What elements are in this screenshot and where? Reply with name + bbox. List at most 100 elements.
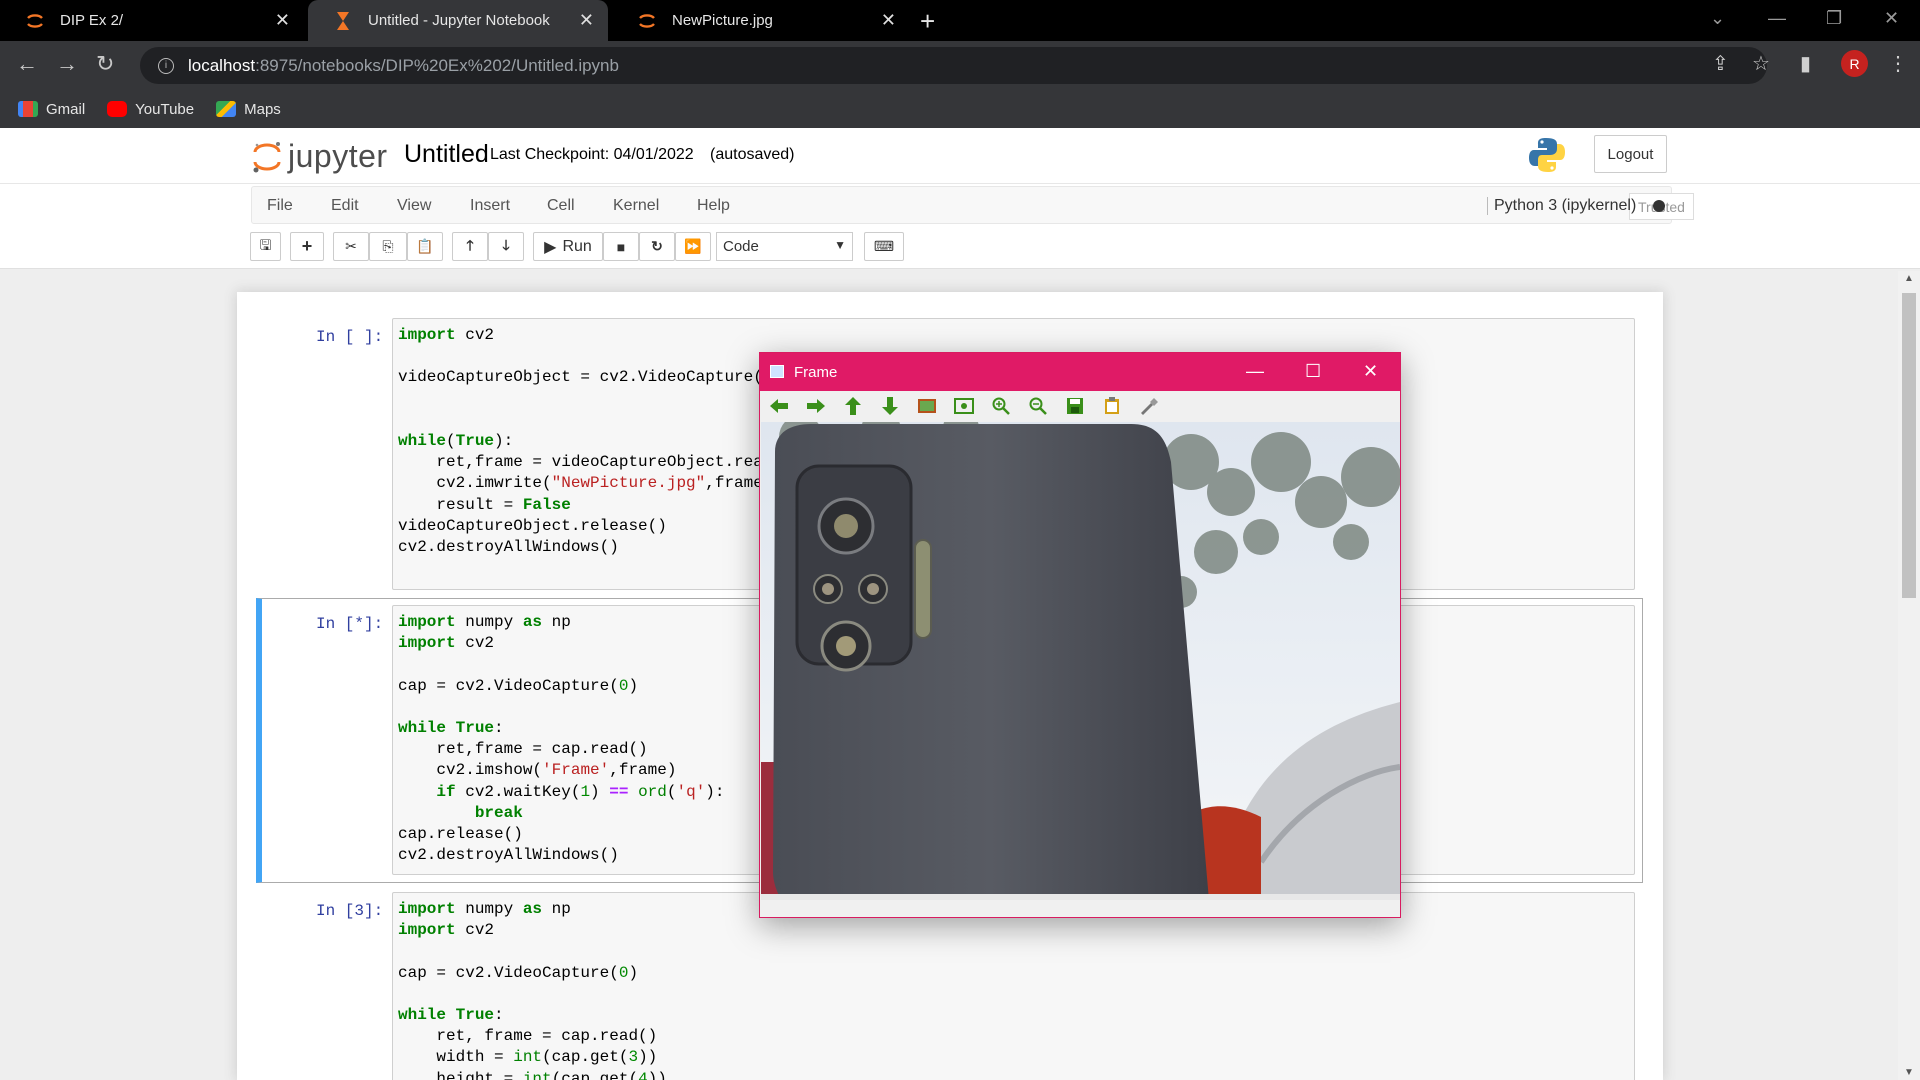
tab-search-icon[interactable]: ⌄ bbox=[1710, 8, 1725, 29]
browser-tab[interactable]: NewPicture.jpg ✕ bbox=[612, 0, 910, 41]
menu-view[interactable]: View bbox=[397, 197, 431, 215]
menu-cell[interactable]: Cell bbox=[547, 197, 575, 215]
gmail-icon bbox=[18, 101, 38, 117]
browser-menu-icon[interactable]: ⋮ bbox=[1888, 51, 1908, 76]
forward-icon[interactable]: → bbox=[56, 51, 78, 77]
jupyter-logo[interactable]: jupyter bbox=[252, 138, 388, 175]
code-editor[interactable]: import numpy as np import cv2 cap = cv2.… bbox=[393, 893, 1634, 1080]
restart-button[interactable]: ↻ bbox=[639, 232, 675, 261]
move-down-button[interactable]: 🡓 bbox=[488, 232, 524, 261]
menu-file[interactable]: File bbox=[267, 197, 293, 215]
bookmark-gmail[interactable]: Gmail bbox=[18, 101, 85, 118]
arrow-up-icon: 🡑 bbox=[466, 236, 474, 253]
profile-avatar[interactable]: R bbox=[1841, 50, 1868, 77]
menu-insert[interactable]: Insert bbox=[470, 197, 510, 215]
minimize-icon[interactable]: — bbox=[1768, 8, 1786, 29]
move-up-button[interactable]: 🡑 bbox=[452, 232, 488, 261]
scrollbar-thumb[interactable] bbox=[1902, 293, 1916, 598]
pan-up-icon[interactable] bbox=[843, 397, 863, 415]
run-button[interactable]: ▶ Run bbox=[533, 232, 603, 261]
scissors-icon: ✂ bbox=[345, 238, 357, 254]
chevron-down-icon: ▼ bbox=[834, 238, 846, 252]
pan-down-icon[interactable] bbox=[880, 397, 900, 415]
restart-icon: ↻ bbox=[651, 238, 663, 254]
bookmark-maps[interactable]: Maps bbox=[216, 101, 281, 118]
browser-tab-active[interactable]: Untitled - Jupyter Notebook ✕ bbox=[308, 0, 608, 41]
jupyter-wordmark: jupyter bbox=[288, 138, 388, 174]
restore-icon[interactable]: ❐ bbox=[1826, 8, 1842, 29]
kernel-name[interactable]: Python 3 (ipykernel) bbox=[1487, 197, 1636, 215]
jupyter-favicon-icon bbox=[636, 10, 658, 32]
browser-tab-strip: DIP Ex 2/ ✕ Untitled - Jupyter Notebook … bbox=[0, 0, 1920, 41]
fast-forward-icon: ⏩ bbox=[684, 238, 702, 254]
paste-button[interactable]: 📋 bbox=[407, 232, 443, 261]
bookmark-star-icon[interactable]: ☆ bbox=[1752, 51, 1770, 76]
minimize-icon[interactable]: — bbox=[1246, 361, 1264, 382]
restart-run-all-button[interactable]: ⏩ bbox=[675, 232, 711, 261]
jupyter-logo-icon bbox=[253, 141, 281, 172]
image-icon[interactable] bbox=[917, 397, 937, 415]
interrupt-button[interactable]: ■ bbox=[603, 232, 639, 261]
hourglass-icon bbox=[332, 10, 354, 32]
stop-icon: ■ bbox=[616, 238, 626, 255]
info-icon[interactable]: i bbox=[158, 57, 174, 74]
bookmark-label: Maps bbox=[244, 100, 281, 118]
frame-title-bar[interactable]: Frame — ☐ ✕ bbox=[760, 353, 1400, 391]
tab-title: NewPicture.jpg bbox=[672, 12, 773, 29]
jupyter-header: jupyter Untitled Last Checkpoint: 04/01/… bbox=[0, 128, 1920, 184]
menu-edit[interactable]: Edit bbox=[331, 197, 359, 215]
close-window-icon[interactable]: ✕ bbox=[1884, 8, 1899, 29]
close-tab-icon[interactable]: ✕ bbox=[881, 10, 896, 31]
python-logo-icon bbox=[1528, 136, 1566, 179]
share-icon[interactable]: ⇪ bbox=[1712, 51, 1729, 76]
cut-button[interactable]: ✂ bbox=[333, 232, 369, 261]
browser-toolbar: ← → ↻ i localhost:8975/notebooks/DIP%20E… bbox=[0, 41, 1920, 90]
properties-icon[interactable] bbox=[1139, 397, 1159, 415]
bookmark-label: Gmail bbox=[46, 100, 86, 118]
cell-prompt: In [*]: bbox=[316, 615, 384, 633]
close-tab-icon[interactable]: ✕ bbox=[275, 10, 290, 31]
scroll-down-icon[interactable]: ▼ bbox=[1904, 1067, 1914, 1078]
cell-type-value: Code bbox=[723, 238, 759, 255]
command-palette-button[interactable]: ⌨ bbox=[864, 232, 904, 261]
run-label: Run bbox=[562, 237, 592, 255]
close-tab-icon[interactable]: ✕ bbox=[579, 10, 594, 31]
zoom-fit-icon[interactable] bbox=[954, 397, 974, 415]
zoom-in-icon[interactable] bbox=[991, 397, 1011, 415]
scroll-up-icon[interactable]: ▲ bbox=[1904, 273, 1914, 284]
page-scrollbar[interactable]: ▲ ▼ bbox=[1898, 271, 1920, 1080]
cell-input[interactable]: import numpy as np import cv2 cap = cv2.… bbox=[392, 892, 1635, 1080]
close-icon[interactable]: ✕ bbox=[1363, 361, 1378, 382]
bookmark-youtube[interactable]: YouTube bbox=[107, 101, 194, 118]
notebook-title[interactable]: Untitled bbox=[404, 140, 489, 169]
opencv-frame-window: Frame — ☐ ✕ bbox=[759, 352, 1401, 918]
frame-window-title: Frame bbox=[794, 363, 838, 381]
browser-tab[interactable]: DIP Ex 2/ ✕ bbox=[0, 0, 304, 41]
copy-button[interactable]: ⎘ bbox=[369, 232, 407, 261]
code-cell[interactable]: In [3]: import numpy as np import cv2 ca… bbox=[256, 892, 1643, 1080]
save-button[interactable]: 🖫 bbox=[250, 232, 281, 261]
pan-right-icon[interactable] bbox=[806, 397, 826, 415]
paste-icon: 📋 bbox=[416, 238, 434, 254]
maximize-icon[interactable]: ☐ bbox=[1305, 361, 1321, 382]
arrow-down-icon: 🡓 bbox=[502, 236, 510, 253]
insert-cell-button[interactable]: + bbox=[290, 232, 324, 261]
back-icon[interactable]: ← bbox=[16, 51, 38, 77]
zoom-out-icon[interactable] bbox=[1028, 397, 1048, 415]
menubar: File Edit View Insert Cell Kernel Help T… bbox=[251, 186, 1694, 224]
kernel-busy-indicator bbox=[1653, 200, 1665, 212]
menu-help[interactable]: Help bbox=[697, 197, 730, 215]
cell-type-select[interactable]: Code ▼ bbox=[716, 232, 853, 261]
logout-button[interactable]: Logout bbox=[1594, 135, 1667, 173]
side-panel-icon[interactable]: ▮ bbox=[1800, 51, 1811, 76]
menu-kernel[interactable]: Kernel bbox=[613, 197, 659, 215]
cell-prompt: In [3]: bbox=[316, 902, 384, 920]
reload-icon[interactable]: ↻ bbox=[96, 51, 114, 77]
cell-prompt: In [ ]: bbox=[316, 328, 384, 346]
save-icon[interactable] bbox=[1065, 397, 1085, 415]
pan-left-icon[interactable] bbox=[769, 397, 789, 415]
jupyter-favicon-icon bbox=[24, 10, 46, 32]
clipboard-icon[interactable] bbox=[1102, 397, 1122, 415]
address-bar[interactable]: i localhost:8975/notebooks/DIP%20Ex%202/… bbox=[140, 47, 1767, 84]
new-tab-button[interactable]: + bbox=[920, 6, 935, 37]
